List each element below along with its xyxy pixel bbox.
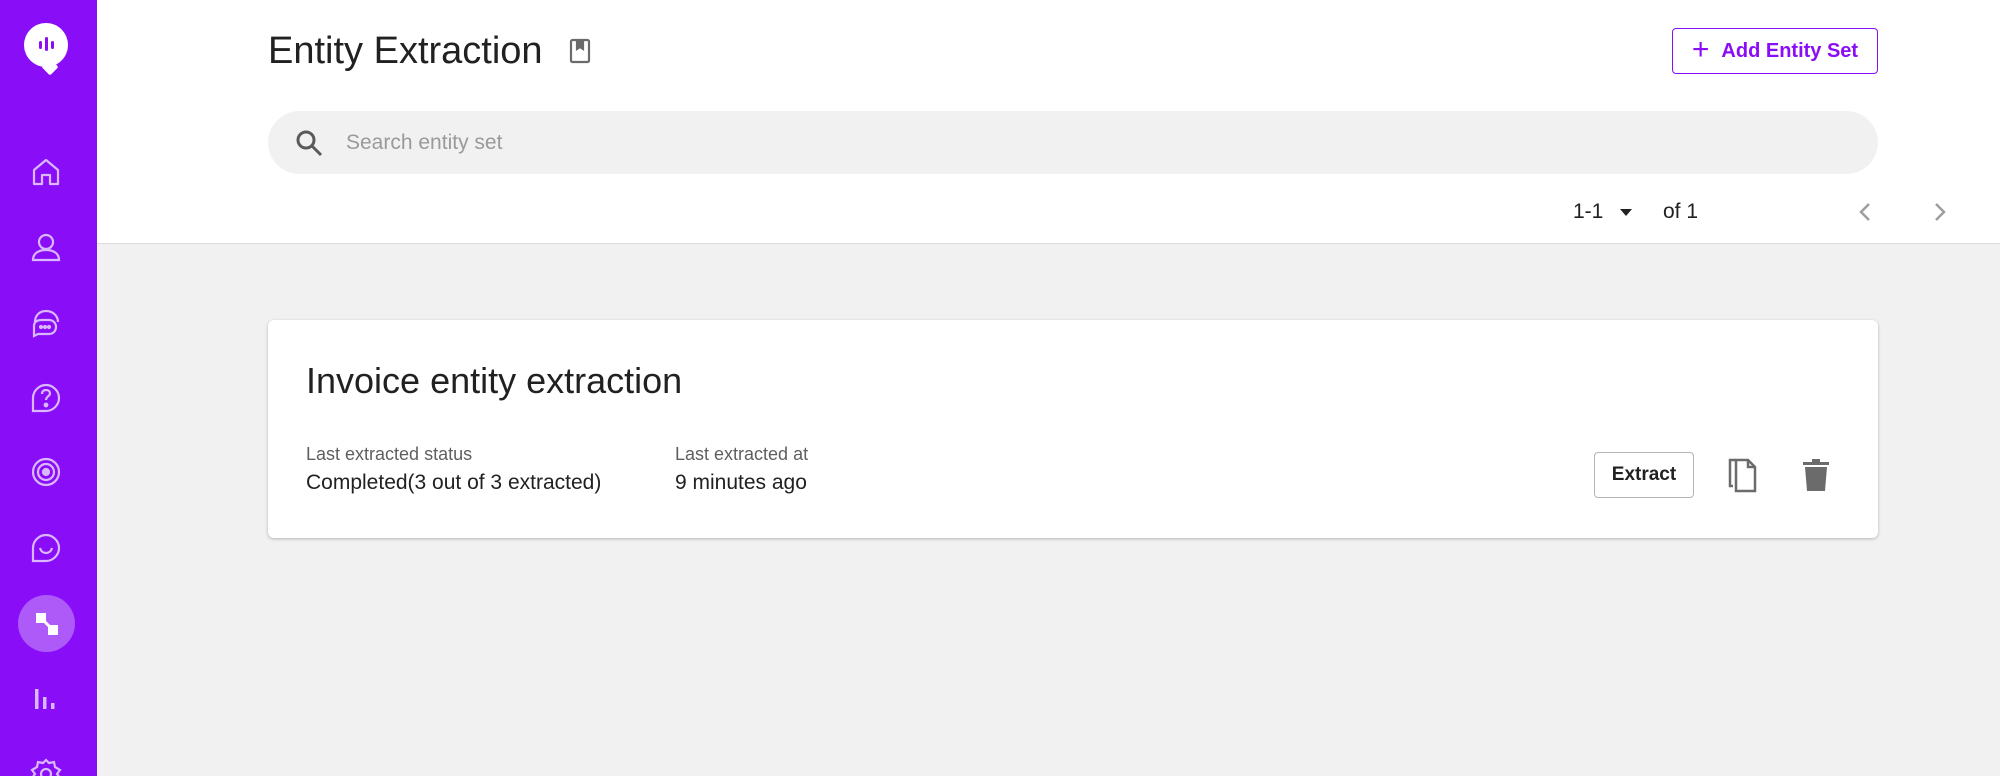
add-entity-set-button[interactable]: + Add Entity Set — [1672, 28, 1878, 74]
search-bar — [268, 111, 1878, 174]
chat-smile-icon — [31, 533, 61, 563]
status-label: Last extracted status — [306, 444, 473, 464]
sidebar — [0, 0, 97, 776]
status-value: Completed(3 out of 3 extracted) — [306, 471, 602, 494]
sidebar-item-analytics[interactable] — [20, 672, 72, 724]
sidebar-item-home[interactable] — [20, 146, 72, 198]
entity-extraction-icon — [35, 612, 58, 635]
pagination-range: 1-1 — [1573, 200, 1604, 223]
extract-button[interactable]: Extract — [1594, 452, 1694, 498]
user-icon — [31, 233, 61, 262]
sidebar-item-settings[interactable] — [20, 748, 72, 776]
logo-bar — [51, 41, 54, 49]
last-extracted-label: Last extracted at — [675, 444, 809, 464]
help-circle-icon — [31, 383, 61, 413]
pagination-total: of 1 — [1663, 200, 1699, 223]
search-input[interactable] — [344, 119, 1828, 167]
sidebar-item-chat[interactable] — [20, 522, 72, 574]
page-title: Entity Extraction — [268, 30, 543, 72]
copy-icon[interactable] — [1724, 456, 1762, 494]
entity-set-card[interactable]: Invoice entity extraction Last extracted… — [268, 320, 1878, 538]
add-entity-set-label: Add Entity Set — [1721, 39, 1859, 62]
page-header: Entity Extraction + Add Entity Set 1-1 o… — [97, 0, 2000, 244]
logo-bar — [45, 37, 48, 51]
bar-chart-icon — [35, 689, 55, 709]
sidebar-item-users[interactable] — [20, 221, 72, 273]
sidebar-item-entity-extraction[interactable] — [18, 595, 75, 652]
book-icon[interactable] — [567, 37, 593, 65]
target-icon — [31, 457, 61, 487]
plus-icon: + — [1691, 32, 1710, 66]
logo-bar — [39, 41, 42, 49]
chevron-left-icon[interactable] — [1852, 198, 1880, 226]
search-icon — [296, 130, 323, 157]
last-extracted-value: 9 minutes ago — [675, 471, 807, 494]
gear-icon — [30, 758, 62, 776]
home-icon — [32, 158, 60, 186]
chat-bubbles-icon — [32, 309, 60, 338]
sidebar-item-goals[interactable] — [20, 446, 72, 498]
caret-down-icon[interactable] — [1617, 205, 1635, 219]
sidebar-item-conversations[interactable] — [20, 297, 72, 349]
chevron-right-icon[interactable] — [1925, 198, 1953, 226]
trash-icon[interactable] — [1797, 456, 1835, 494]
entity-set-title: Invoice entity extraction — [306, 360, 683, 401]
sidebar-item-faq[interactable] — [20, 372, 72, 424]
app-logo[interactable] — [24, 23, 68, 67]
